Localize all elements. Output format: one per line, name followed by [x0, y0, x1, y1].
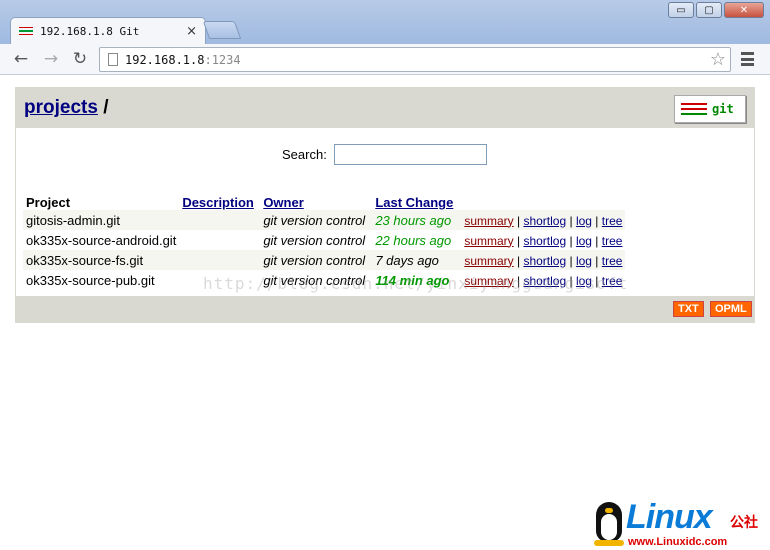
shortlog-link[interactable]: shortlog [523, 234, 566, 248]
bookmark-star-icon[interactable]: ☆ [710, 49, 726, 70]
link-separator: | [566, 253, 576, 268]
column-description[interactable]: Description [179, 190, 260, 210]
page-icon [108, 53, 118, 66]
link-separator: | [513, 233, 524, 248]
reload-icon[interactable]: ↻ [69, 49, 91, 69]
git-favicon-icon [19, 27, 33, 35]
txt-feed-button[interactable]: TXT [673, 301, 704, 317]
maximize-button[interactable]: ▢ [696, 2, 722, 18]
page-header: projects / git [16, 88, 754, 128]
log-link[interactable]: log [576, 234, 592, 248]
git-logo-icon [681, 103, 707, 115]
window-controls: ▭ ▢ ✕ [668, 2, 764, 18]
breadcrumb-separator: / [97, 97, 109, 118]
tree-link[interactable]: tree [602, 234, 623, 248]
project-last-change: 7 days ago [375, 252, 439, 268]
search-label: Search: [282, 147, 327, 162]
page-footer: TXT OPML [16, 296, 754, 322]
git-logo[interactable]: git [674, 95, 746, 123]
tux-penguin-icon [594, 500, 624, 546]
column-owner[interactable]: Owner [260, 190, 372, 210]
shortlog-link[interactable]: shortlog [523, 254, 566, 268]
shortlog-link[interactable]: shortlog [523, 214, 566, 228]
new-tab-button[interactable] [202, 21, 242, 39]
linuxidc-logo: Linux 公社 www.Linuxidc.com [594, 498, 770, 550]
column-last-change[interactable]: Last Change [372, 190, 461, 210]
project-last-change: 23 hours ago [375, 212, 452, 228]
project-last-change: 22 hours ago [375, 232, 452, 248]
link-separator: | [566, 233, 576, 248]
breadcrumb: projects / [24, 97, 108, 119]
browser-tab[interactable]: 192.168.1.8 Git × [10, 17, 206, 44]
url-port: :1234 [204, 52, 241, 67]
project-links: summary | shortlog | log | tree [461, 250, 625, 270]
title-bar: ▭ ▢ ✕ 192.168.1.8 Git × [0, 0, 770, 44]
project-description [179, 250, 260, 270]
browser-menu-icon[interactable] [741, 52, 754, 66]
column-project: Project [26, 195, 71, 210]
description-sort-link[interactable]: Description [182, 195, 254, 210]
opml-feed-button[interactable]: OPML [710, 301, 752, 317]
summary-link[interactable]: summary [464, 254, 513, 268]
tab-title: 192.168.1.8 Git [40, 24, 140, 38]
log-link[interactable]: log [576, 254, 592, 268]
minimize-button[interactable]: ▭ [668, 2, 694, 18]
table-row: ok335x-source-fs.git git version control 7… [23, 250, 626, 270]
tab-close-icon[interactable]: × [186, 24, 197, 39]
url-host: 192.168.1.8 [125, 52, 205, 67]
table-row: ok335x-source-android.git git version con… [23, 230, 626, 250]
logo-chinese: 公社 [730, 515, 758, 531]
forward-arrow-icon[interactable]: → [40, 49, 62, 69]
project-owner: git version control [263, 232, 366, 248]
search-input[interactable] [333, 144, 487, 165]
back-arrow-icon[interactable]: ← [10, 49, 32, 69]
link-separator: | [591, 213, 602, 228]
project-links: summary | shortlog | log | tree [461, 210, 625, 230]
project-owner: git version control [263, 212, 366, 228]
url-text: 192.168.1.8:1234 [125, 53, 241, 67]
page-content: projects / git Search: Project Descripti… [0, 76, 770, 550]
link-separator: | [591, 233, 602, 248]
tree-link[interactable]: tree [602, 254, 623, 268]
logo-url: www.Linuxidc.com [628, 536, 728, 548]
table-row: gitosis-admin.git git version control 23 h… [23, 210, 626, 230]
project-name[interactable]: ok335x-source-pub.git [23, 270, 179, 290]
project-name[interactable]: ok335x-source-android.git [23, 230, 179, 250]
owner-sort-link[interactable]: Owner [263, 195, 303, 210]
git-logo-text: git [712, 102, 734, 116]
link-separator: | [591, 253, 602, 268]
summary-link[interactable]: summary [464, 234, 513, 248]
tree-link[interactable]: tree [602, 214, 623, 228]
project-owner: git version control [263, 252, 366, 268]
address-bar[interactable]: 192.168.1.8:1234 ☆ [99, 47, 731, 72]
project-description [179, 230, 260, 250]
search-form: Search: [282, 144, 487, 165]
logo-word: Linux [626, 498, 713, 536]
project-name[interactable]: ok335x-source-fs.git [23, 250, 179, 270]
project-description [179, 210, 260, 230]
close-window-button[interactable]: ✕ [724, 2, 764, 18]
watermark: http://blog.csdn.net/yinxiyangguangisoft [203, 274, 629, 293]
last-change-sort-link[interactable]: Last Change [375, 195, 453, 210]
column-actions [461, 190, 625, 210]
browser-toolbar: ← → ↻ 192.168.1.8:1234 ☆ [0, 44, 770, 75]
project-links: summary | shortlog | log | tree [461, 230, 625, 250]
summary-link[interactable]: summary [464, 214, 513, 228]
link-separator: | [566, 213, 576, 228]
link-separator: | [513, 213, 524, 228]
link-separator: | [513, 253, 524, 268]
projects-link[interactable]: projects [24, 97, 98, 118]
log-link[interactable]: log [576, 214, 592, 228]
project-name[interactable]: gitosis-admin.git [23, 210, 179, 230]
